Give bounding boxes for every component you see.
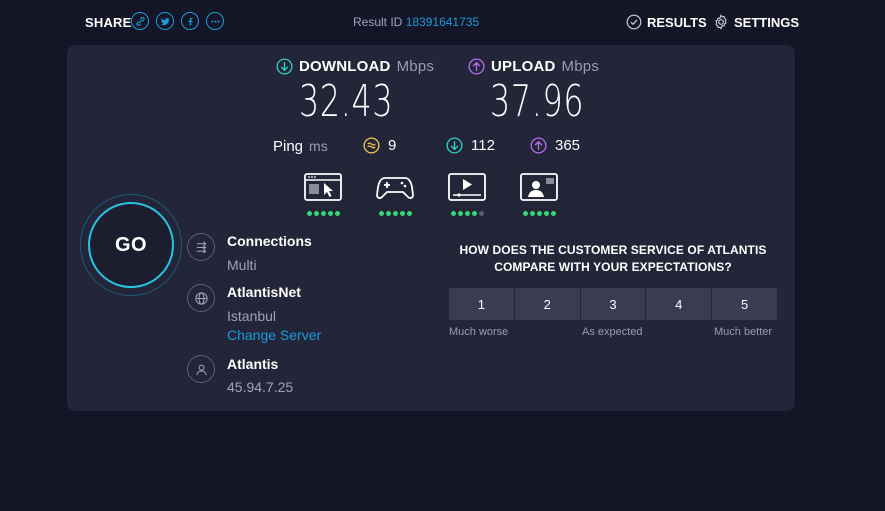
rating-dot [464,211,470,216]
rating-option-2[interactable]: 2 [514,288,581,320]
upload-speed-value: 37.96 [490,76,585,127]
connections-title: Connections [227,233,312,249]
multi-connection-icon [196,241,206,253]
web-browsing-rating [303,211,343,216]
go-button[interactable]: GO [88,202,174,288]
isp-name: AtlantisNet [227,284,301,300]
rating-dot [385,211,391,216]
quality-gaming[interactable] [375,172,415,216]
link-icon [135,16,145,26]
change-server-link[interactable]: Change Server [227,327,321,343]
download-label: DOWNLOAD Mbps [276,58,434,75]
idle-latency-icon [363,137,380,154]
download-arrow-icon [276,58,293,75]
user-icon [195,364,207,375]
rating-dot [378,211,384,216]
rating-dot [306,211,312,216]
globe-icon [194,291,208,305]
upload-arrow-icon [468,58,485,75]
rating-dot [522,211,528,216]
ping-unit: ms [309,138,328,154]
rating-dot [457,211,463,216]
host-name: Atlantis [227,356,279,372]
upload-label: UPLOAD Mbps [468,58,599,75]
download-title: DOWNLOAD [299,58,391,75]
upload-unit: Mbps [561,58,600,75]
rating-dot [334,211,340,216]
results-label: RESULTS [647,14,707,30]
settings-button[interactable]: SETTINGS [713,14,799,30]
survey-question: HOW DOES THE CUSTOMER SERVICE OF ATLANTI… [459,243,767,274]
download-latency-icon [446,137,463,154]
rating-dot [471,211,477,216]
ping-label: Ping ms [273,138,328,155]
ping-title: Ping [273,138,304,155]
ping-download: 112 [446,137,495,154]
server-location: Istanbul [227,308,277,324]
host-ip: 45.94.7.25 [227,379,294,395]
quality-video-streaming[interactable] [447,172,487,216]
gaming-icon [376,177,414,199]
rating-dot [406,211,412,216]
rating-dot [529,211,535,216]
rating-low-caption: Much worse [449,326,509,338]
ping-idle-value: 9 [388,137,397,154]
share-twitter-button[interactable] [156,12,174,30]
ping-upload-value: 365 [555,137,581,154]
video-call-icon [520,173,558,201]
rating-dot [399,211,405,216]
rating-dot [313,211,319,216]
download-speed-value: 32.43 [299,76,394,127]
upload-title: UPLOAD [491,58,556,75]
rating-scale: 1 2 3 4 5 [449,288,777,320]
connections-icon-wrap [187,233,215,261]
rating-dot [536,211,542,216]
gear-icon [715,14,727,30]
result-id-number[interactable]: 18391641735 [406,15,479,29]
share-label: SHARE [85,15,132,30]
isp-icon-wrap [187,284,215,312]
download-unit: Mbps [396,58,435,75]
video-call-rating [519,211,559,216]
rating-mid-caption: As expected [582,326,643,338]
facebook-icon [188,17,193,26]
rating-option-4[interactable]: 4 [646,288,713,320]
upload-latency-icon [530,137,547,154]
result-id: Result ID 18391641735 [353,15,479,29]
quality-video-call[interactable] [519,172,559,216]
host-icon-wrap [187,355,215,383]
rating-option-1[interactable]: 1 [449,288,515,320]
rating-dot [550,211,556,216]
share-link-button[interactable] [131,12,149,30]
ping-idle: 9 [363,137,396,154]
rating-dot [327,211,333,216]
settings-label: SETTINGS [734,14,800,30]
rating-dot [543,211,549,216]
video-streaming-rating [447,211,487,216]
results-button[interactable]: RESULTS [626,14,707,30]
result-id-label: Result ID [353,15,403,29]
ping-download-value: 112 [471,137,495,154]
rating-dot [478,211,484,216]
twitter-icon [160,17,170,25]
rating-high-caption: Much better [714,326,773,338]
gaming-rating [375,211,415,216]
connections-mode[interactable]: Multi [227,257,257,273]
rating-dot [450,211,456,216]
check-circle-icon [626,14,642,30]
rating-dot [392,211,398,216]
rating-option-5[interactable]: 5 [712,288,777,320]
share-more-button[interactable] [206,12,224,30]
web-browsing-icon [304,173,342,201]
share-facebook-button[interactable] [181,12,199,30]
quality-web-browsing[interactable] [303,172,343,216]
rating-dot [320,211,326,216]
video-streaming-icon [448,173,486,201]
rating-option-3[interactable]: 3 [580,288,647,320]
more-icon [210,19,220,23]
ping-upload: 365 [530,137,580,154]
